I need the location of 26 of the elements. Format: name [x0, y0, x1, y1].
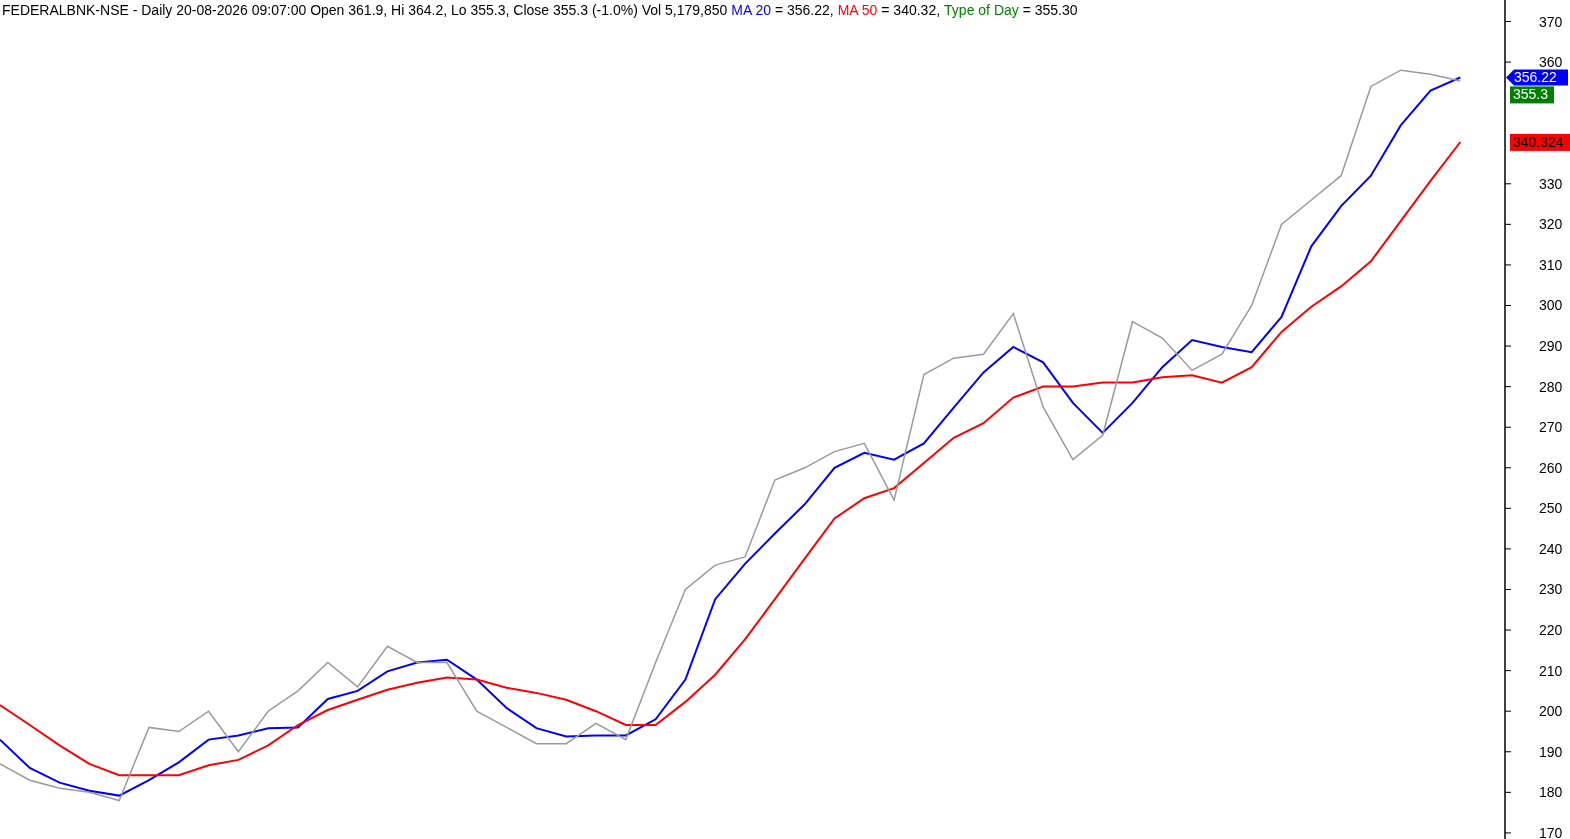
axis-label: 300 [1539, 297, 1563, 314]
axis-label: 310 [1539, 256, 1563, 273]
axis-label: 190 [1539, 743, 1563, 760]
axis-label: 240 [1539, 540, 1563, 557]
axis-label: 320 [1539, 216, 1563, 233]
axis-label: 360 [1539, 54, 1563, 71]
price-label: 355.3 [1510, 86, 1554, 104]
chart-info: FEDERALBNK-NSE - Daily 20-08-2026 09:07:00 Open 361.9, Hi 364.2, Lo 355.3, Close 355.3 (-1.0%) Vol 5,179,850 [2, 2, 728, 18]
axis-label: 170 [1539, 824, 1563, 839]
axis-label: 200 [1539, 703, 1563, 720]
axis-label: 270 [1539, 419, 1563, 436]
axis-label: 230 [1539, 581, 1563, 598]
price-flag: 356.22 [1506, 69, 1568, 86]
axis-label: 220 [1539, 622, 1563, 639]
axis-label: 370 [1539, 13, 1563, 30]
axis-label: 260 [1539, 459, 1563, 476]
indicator-reading: Type of Day = 355.30 [944, 2, 1078, 18]
axis-label: 290 [1539, 338, 1563, 355]
indicator-reading: MA 20 = 356.22, [731, 2, 834, 18]
axis-label: 330 [1539, 175, 1563, 192]
axis-label: 250 [1539, 500, 1563, 517]
axis-label: 280 [1539, 378, 1563, 395]
axis-label: 210 [1539, 662, 1563, 679]
price-label: 340.324 [1510, 133, 1570, 151]
indicator-reading: MA 50 = 340.32, [837, 2, 941, 18]
axis-label: 180 [1539, 784, 1563, 801]
